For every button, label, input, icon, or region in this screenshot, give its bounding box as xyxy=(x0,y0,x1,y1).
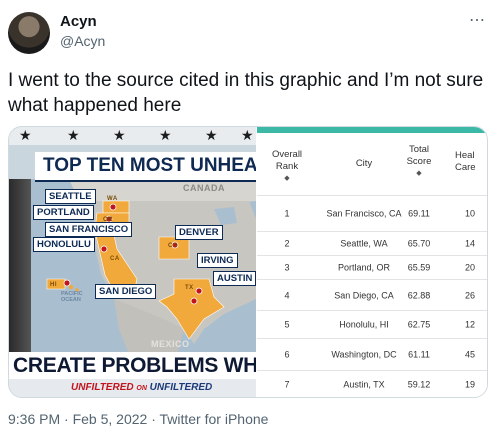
header-label: Total Score xyxy=(406,144,432,167)
chyron-text: CREATE PROBLEMS WHILE PROMISING xyxy=(9,352,256,379)
table-row: 7 Austin, TX 59.12 19 xyxy=(257,370,487,397)
cell-rank: 2 xyxy=(284,238,290,249)
star-icon: ★ xyxy=(113,127,126,143)
table-row: 1 San Francisco, CA 69.11 10 xyxy=(257,195,487,232)
city-label-seattle: SEATTLE xyxy=(45,189,96,204)
sort-icon: ◆ xyxy=(284,175,290,182)
header-city: City xyxy=(355,158,373,169)
cell-score: 62.75 xyxy=(407,319,431,330)
cell-rank: 4 xyxy=(284,290,290,300)
map-label-ocean: PACIFIC OCEAN xyxy=(61,291,83,303)
avatar[interactable] xyxy=(8,12,50,54)
cell-rank: 3 xyxy=(284,262,290,273)
cell-rank: 6 xyxy=(284,349,290,360)
tv-graphic-image: ★ ★ ★ ★ ★ ★ TOP TEN MOST UNHE CANADA MEX… xyxy=(9,127,256,397)
presenter-silhouette xyxy=(9,179,31,369)
cell-care: 12 xyxy=(465,319,476,330)
ranking-table-image: Overall Rank ◆ City Total Score ◆ Heal C… xyxy=(257,127,487,397)
table-row: 4 San Diego, CA 62.88 26 xyxy=(257,279,487,311)
star-icon: ★ xyxy=(159,127,172,143)
show-tagline: UNFILTERED ON UNFILTERED xyxy=(9,379,256,397)
cell-score: 65.59 xyxy=(407,262,431,273)
table-row: 5 Honolulu, HI 62.75 12 xyxy=(257,310,487,339)
tweet-media[interactable]: ★ ★ ★ ★ ★ ★ TOP TEN MOST UNHE CANADA MEX… xyxy=(8,126,488,398)
header-label: Overall Rank xyxy=(271,149,303,172)
state-label-co: CO xyxy=(168,243,178,249)
cell-care: 14 xyxy=(465,238,476,249)
state-label-ca: CA xyxy=(110,256,120,262)
tagline-right: UNFILTERED xyxy=(149,382,213,393)
star-icon: ★ xyxy=(205,127,218,143)
cell-score: 65.70 xyxy=(407,238,431,249)
cell-city: Portland, OR xyxy=(337,262,391,273)
display-name[interactable]: Acyn xyxy=(60,13,97,30)
tweet-text: I went to the source cited in this graph… xyxy=(8,70,484,116)
state-label-wa: WA xyxy=(107,196,118,202)
cell-rank: 7 xyxy=(284,379,290,389)
star-banner: ★ ★ ★ ★ ★ ★ xyxy=(9,127,256,145)
cell-city: Washington, DC xyxy=(331,349,397,360)
sort-icon: ◆ xyxy=(416,170,422,177)
cell-score: 69.11 xyxy=(408,208,430,219)
cell-score: 59.12 xyxy=(407,379,431,389)
cell-city: Austin, TX xyxy=(343,379,385,389)
city-label-san-francisco: SAN FRANCISCO xyxy=(45,222,133,237)
star-icon: ★ xyxy=(19,127,32,143)
cell-city: Seattle, WA xyxy=(340,238,388,249)
cell-rank: 1 xyxy=(284,208,290,219)
tagline-left: UNFILTERED xyxy=(71,382,134,393)
user-handle[interactable]: @Acyn xyxy=(60,33,105,49)
map-label-mexico: MEXICO xyxy=(151,339,190,349)
table-accent-bar xyxy=(257,127,487,133)
cell-care: 10 xyxy=(465,208,476,219)
header-overall-rank: Overall Rank ◆ xyxy=(261,149,313,185)
more-options-icon[interactable]: ⋯ xyxy=(469,10,486,30)
city-label-irving: IRVING xyxy=(197,253,238,268)
tagline-mid: ON xyxy=(136,385,147,392)
city-label-denver: DENVER xyxy=(175,225,223,240)
header-health-care: Heal Care xyxy=(455,150,476,173)
city-label-honolulu: HONOLULU xyxy=(33,237,95,252)
cell-care: 19 xyxy=(465,379,476,389)
cell-rank: 5 xyxy=(284,319,290,330)
cell-city: San Diego, CA xyxy=(334,290,394,300)
cell-care: 45 xyxy=(465,349,476,360)
cell-care: 20 xyxy=(465,262,476,273)
table-row: 6 Washington, DC 61.11 45 xyxy=(257,338,487,371)
cell-care: 26 xyxy=(465,290,476,300)
star-icon: ★ xyxy=(67,127,80,143)
city-label-portland: PORTLAND xyxy=(33,205,94,220)
cell-score: 62.88 xyxy=(407,290,431,300)
state-label-tx: TX xyxy=(185,285,194,291)
graphic-headline: TOP TEN MOST UNHEALTH xyxy=(35,152,256,182)
cell-city: Honolulu, HI xyxy=(339,319,389,330)
tweet-timestamp[interactable]: 9:36 PM · Feb 5, 2022 · Twitter for iPho… xyxy=(8,411,268,427)
star-icon: ★ xyxy=(241,127,254,143)
city-label-san-diego: SAN DIEGO xyxy=(95,284,157,299)
cell-score: 61.11 xyxy=(408,349,430,360)
table-row: 2 Seattle, WA 65.70 14 xyxy=(257,231,487,256)
table-row: 3 Portland, OR 65.59 20 xyxy=(257,255,487,280)
state-label-hi: HI xyxy=(50,282,57,288)
map-label-canada: CANADA xyxy=(183,183,225,193)
cell-city: San Francisco, CA xyxy=(326,208,402,219)
header-total-score: Total Score ◆ xyxy=(401,144,437,180)
city-label-austin: AUSTIN xyxy=(213,271,256,286)
